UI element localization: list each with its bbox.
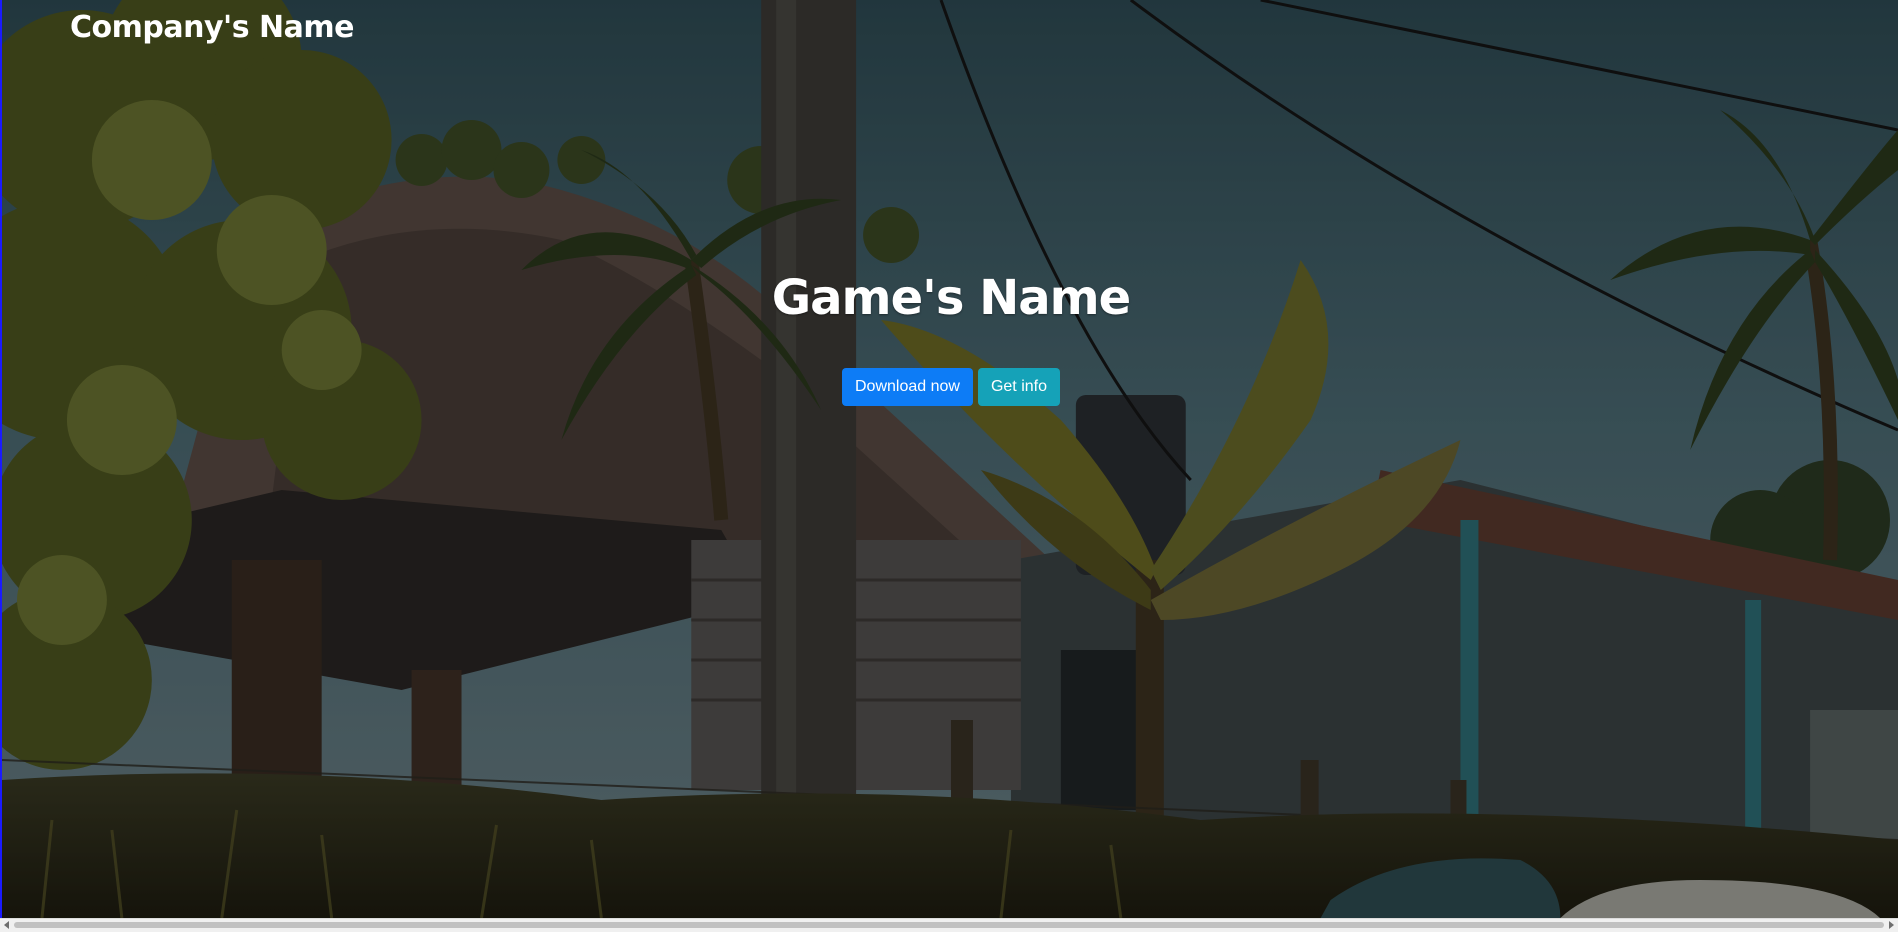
game-title: Game's Name [771,270,1131,326]
get-info-button[interactable]: Get info [977,368,1060,406]
hero-section: Company's Name Game's Name Download now … [0,0,1898,918]
chevron-left-icon[interactable] [4,921,9,929]
hero-actions: Download now Get info [2,368,1898,406]
hero-content: Game's Name Download now Get info [2,270,1898,406]
download-now-button[interactable]: Download now [842,368,973,406]
horizontal-scrollbar[interactable] [0,918,1898,932]
company-name[interactable]: Company's Name [70,10,354,45]
scrollbar-thumb[interactable] [14,922,1884,928]
background-overlay [2,0,1898,918]
chevron-right-icon[interactable] [1889,921,1894,929]
